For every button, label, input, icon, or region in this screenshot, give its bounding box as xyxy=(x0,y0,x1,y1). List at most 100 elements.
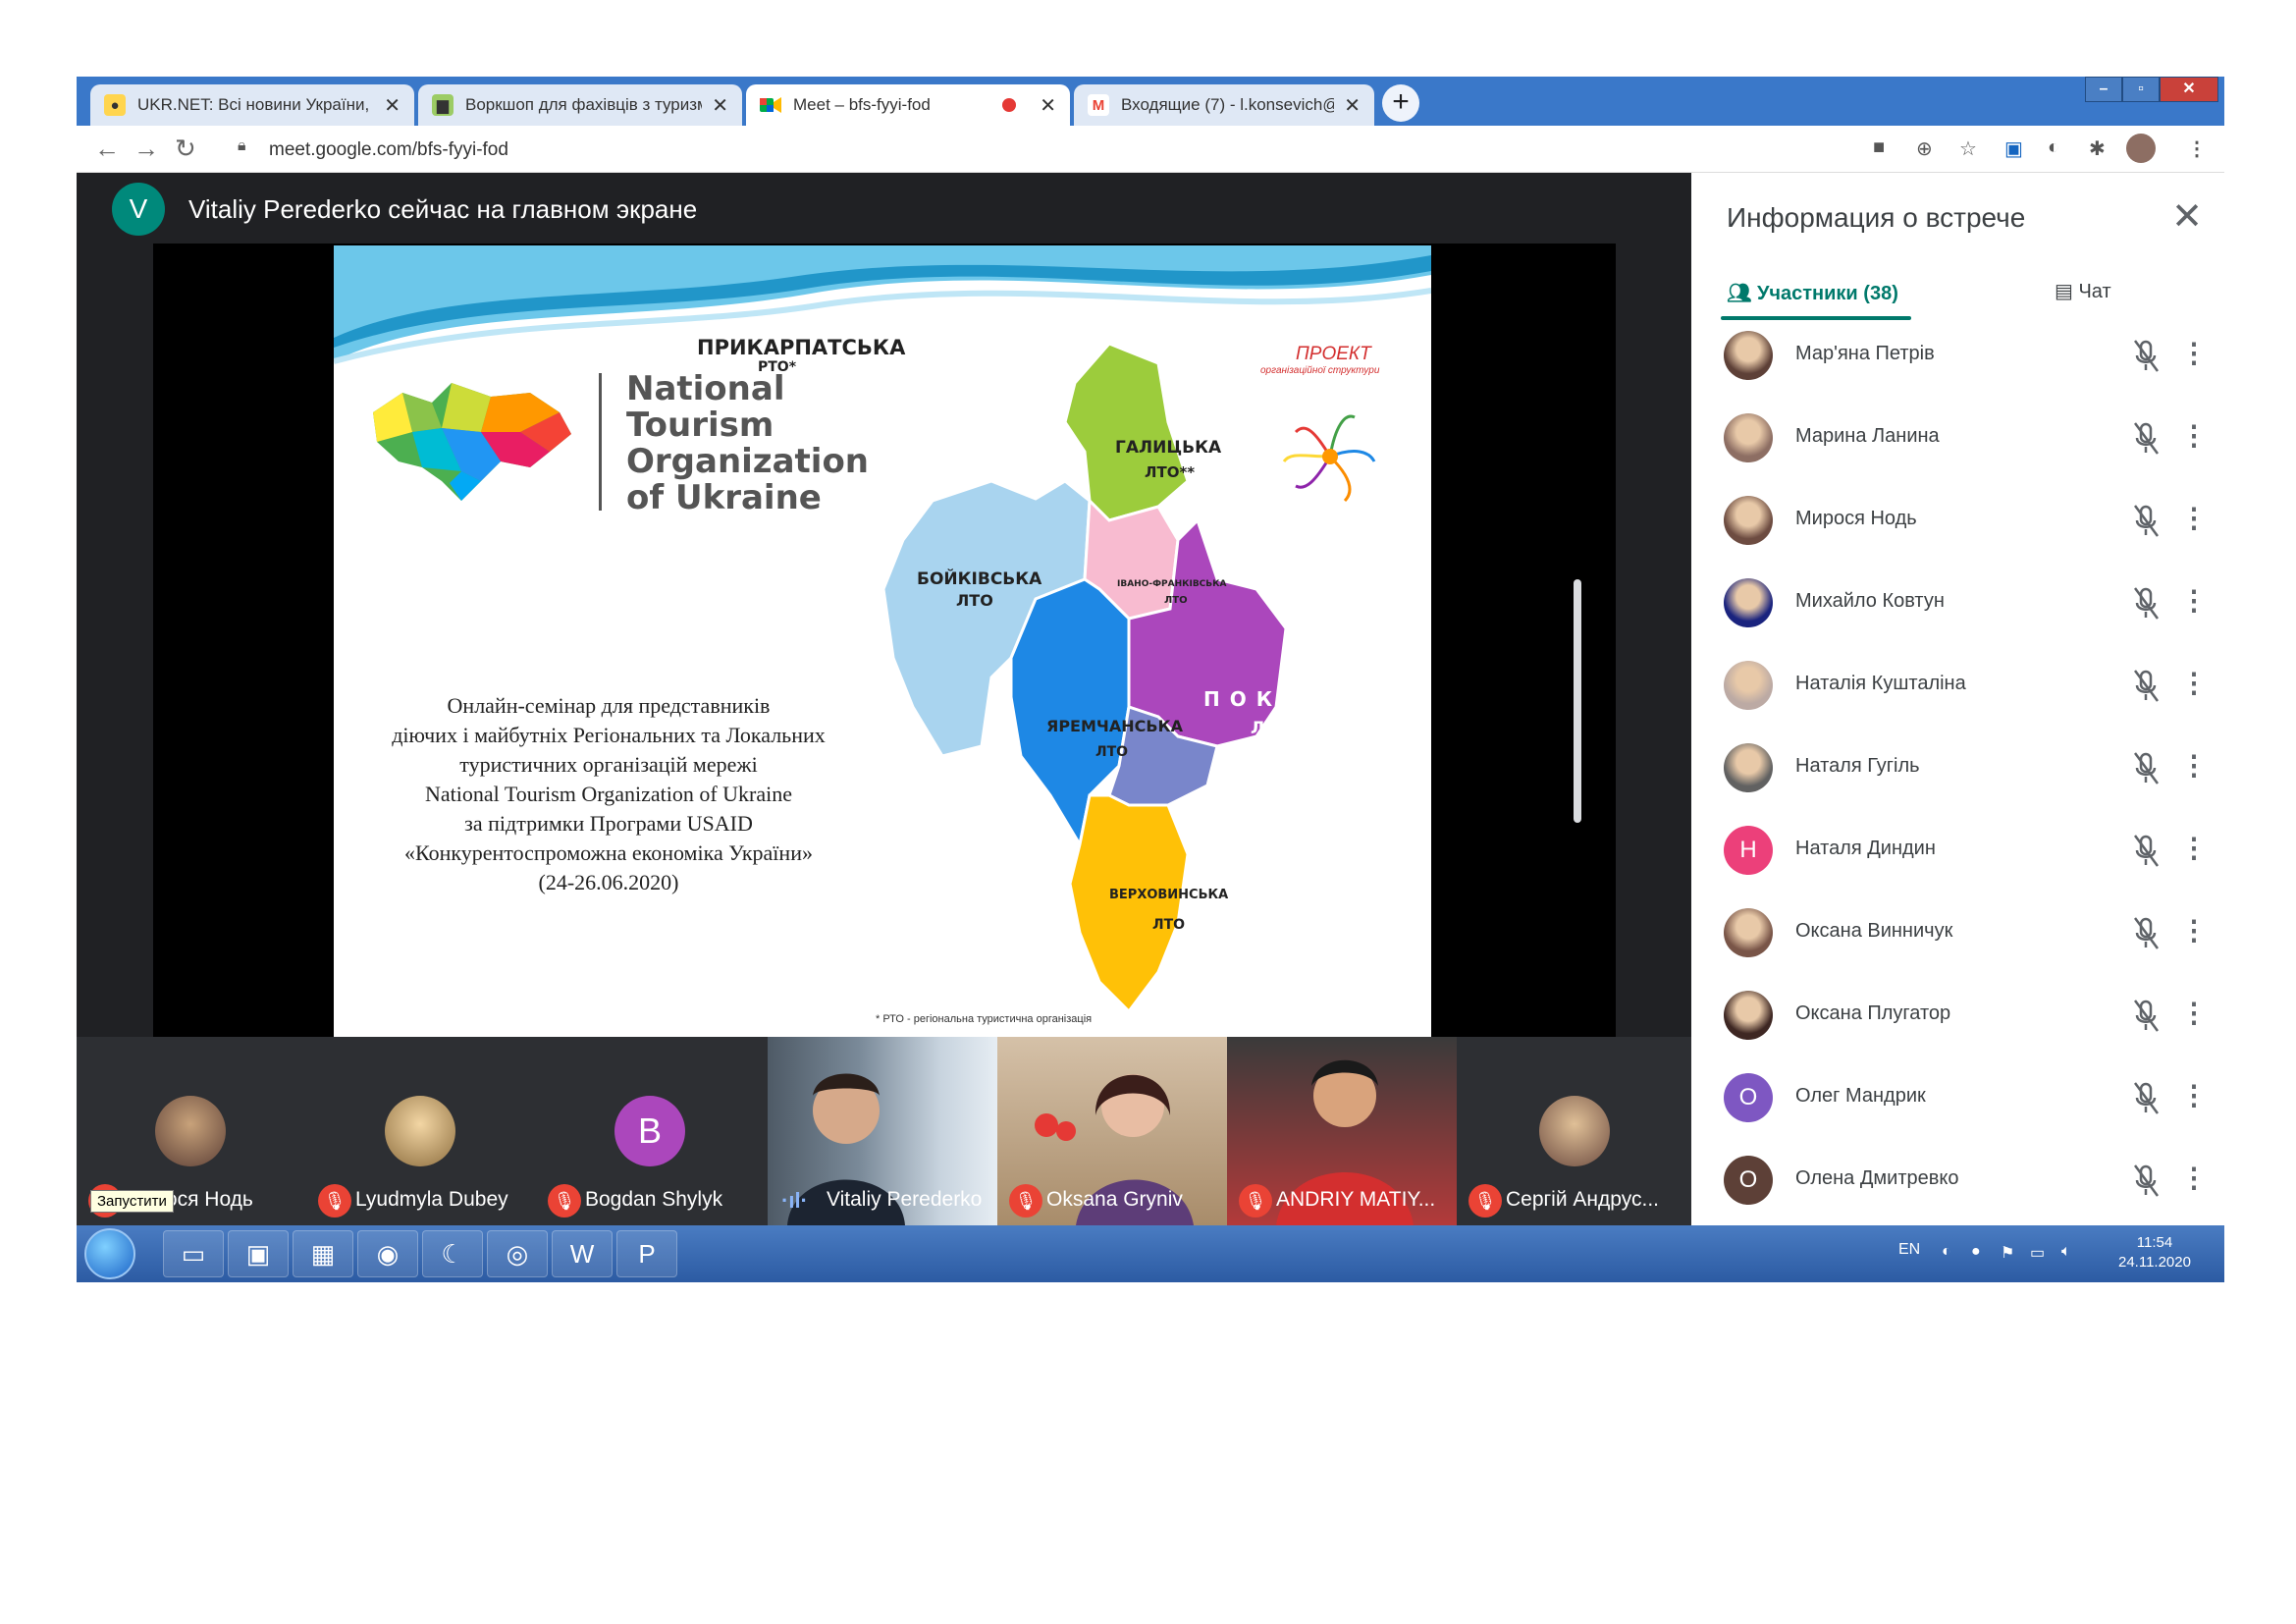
presenter-avatar: V xyxy=(112,183,165,236)
avatar xyxy=(155,1096,226,1166)
more-options-icon[interactable]: ⋮ xyxy=(2180,337,2208,369)
more-options-icon[interactable]: ⋮ xyxy=(2180,419,2208,452)
close-tab-icon[interactable]: ✕ xyxy=(384,93,400,118)
participant-row[interactable]: О Олег Мандрик ⋮ xyxy=(1691,1057,2224,1140)
more-options-icon[interactable]: ⋮ xyxy=(2180,997,2208,1029)
close-panel-icon[interactable]: ✕ xyxy=(2171,194,2203,239)
mic-off-icon: 🎙︎ xyxy=(548,1184,581,1218)
app-c-icon[interactable]: ☾ xyxy=(422,1230,483,1277)
extension-circle-icon[interactable]: ◐ xyxy=(2048,136,2059,159)
browser-menu-icon[interactable]: ⋮ xyxy=(2187,136,2207,161)
extension-icon[interactable]: ▣ xyxy=(2004,136,2023,161)
participant-name: Мирося Нодь xyxy=(1795,508,1917,529)
profile-avatar[interactable] xyxy=(2126,134,2156,163)
participant-row[interactable]: Михайло Ковтун ⋮ xyxy=(1691,563,2224,645)
more-options-icon[interactable]: ⋮ xyxy=(2180,667,2208,699)
minimize-window-button[interactable]: – xyxy=(2085,77,2122,102)
maximize-window-button[interactable]: ▫ xyxy=(2122,77,2160,102)
word-icon[interactable]: W xyxy=(552,1230,613,1277)
participant-name: Марина Ланина xyxy=(1795,425,1940,447)
participant-row[interactable]: Мирося Нодь ⋮ xyxy=(1691,480,2224,563)
tab-chat-label: Чат xyxy=(2078,281,2111,302)
more-options-icon[interactable]: ⋮ xyxy=(2180,1162,2208,1194)
tab-meet[interactable]: Meet – bfs-fyyi-fod ✕ xyxy=(746,84,1070,126)
gmail-favicon-icon: M xyxy=(1088,94,1109,116)
seminar-line: «Конкурентоспроможна економіка України» xyxy=(404,840,813,865)
participant-name: Vitaliy Perederko xyxy=(827,1188,983,1211)
more-options-icon[interactable]: ⋮ xyxy=(2180,914,2208,947)
zoom-icon[interactable]: ⊕ xyxy=(1916,136,1933,161)
participant-name: Bogdan Shylyk xyxy=(585,1188,723,1211)
participant-row[interactable]: Мар'яна Петрів ⋮ xyxy=(1691,315,2224,398)
panel-scrollbar[interactable] xyxy=(1574,579,1581,823)
region-label-kosivska: КОСІВСЬКА xyxy=(1180,807,1278,825)
participant-tile[interactable]: 🎙︎ Мирося Нодь Запустити xyxy=(77,1037,306,1225)
participant-row[interactable]: О Олена Дмитревко ⋮ xyxy=(1691,1140,2224,1222)
close-window-button[interactable]: ✕ xyxy=(2160,77,2218,102)
region-label-prykarpatska: ПРИКАРПАТСЬКА xyxy=(697,336,906,359)
keyboard-language[interactable]: EN xyxy=(1898,1241,1920,1259)
region-label-boikivska-lto: ЛТО xyxy=(956,591,993,610)
calculator-icon[interactable]: ▦ xyxy=(293,1230,353,1277)
bookmark-star-icon[interactable]: ☆ xyxy=(1959,136,1977,161)
tab-title: UKR.NET: Всі новини України, о xyxy=(137,95,375,114)
mic-off-icon xyxy=(2133,752,2160,785)
region-label-pokutska: ПОКУТСЬКА xyxy=(1203,687,1430,711)
more-options-icon[interactable]: ⋮ xyxy=(2180,832,2208,864)
edge-icon[interactable]: ◉ xyxy=(357,1230,418,1277)
participant-row[interactable]: Н Наталя Диндин ⋮ xyxy=(1691,810,2224,893)
close-tab-icon[interactable]: ✕ xyxy=(1344,93,1361,118)
reload-icon[interactable]: ↻ xyxy=(175,134,196,164)
url-field[interactable]: meet.google.com/bfs-fyyi-fod xyxy=(269,139,508,161)
participant-row[interactable]: Наталія Кушталіна ⋮ xyxy=(1691,645,2224,728)
participant-tile[interactable]: B 🎙︎ Bogdan Shylyk xyxy=(536,1037,766,1225)
more-options-icon[interactable]: ⋮ xyxy=(2180,1079,2208,1111)
participant-tile[interactable]: 🎙︎ Lyudmyla Dubey xyxy=(306,1037,536,1225)
tab-gmail[interactable]: M Входящие (7) - l.konsevich@gm ✕ xyxy=(1074,84,1374,126)
powerpoint-icon[interactable]: P xyxy=(616,1230,677,1277)
region-map xyxy=(881,342,1288,1014)
participant-row[interactable]: Оксана Плугатор ⋮ xyxy=(1691,975,2224,1057)
seminar-line: діючих і майбутніх Регіональних та Локал… xyxy=(392,723,826,747)
participant-name: Михайло Ковтун xyxy=(1795,590,1945,612)
start-button[interactable] xyxy=(84,1228,135,1279)
participant-video-tile[interactable]: 🎙︎ Oksana Gryniv xyxy=(997,1037,1227,1225)
more-options-icon[interactable]: ⋮ xyxy=(2180,749,2208,782)
clock[interactable]: 11:54 24.11.2020 xyxy=(2118,1233,2191,1272)
close-tab-icon[interactable]: ✕ xyxy=(1040,93,1056,118)
flag-icon[interactable]: ⚑ xyxy=(2001,1243,2014,1263)
participant-row[interactable]: Марина Ланина ⋮ xyxy=(1691,398,2224,480)
network-icon[interactable]: ▭ xyxy=(2030,1243,2045,1263)
participant-video-tile[interactable]: Vitaliy Perederko ·ıl· xyxy=(768,1037,997,1225)
avatar xyxy=(1724,743,1773,792)
windows-taskbar: ▭ ▣ ▦ ◉ ☾ ◎ W P EN ◐ ● ⚑ ▭ 🔈︎ 11:54 24.1… xyxy=(77,1225,2224,1282)
forward-arrow-icon[interactable]: → xyxy=(133,134,159,164)
more-options-icon[interactable]: ⋮ xyxy=(2180,584,2208,617)
tab-chat[interactable]: ▤ Чат xyxy=(2055,279,2111,303)
participant-name: Олег Мандрик xyxy=(1795,1085,1926,1107)
puzzle-icon[interactable]: ✱ xyxy=(2089,136,2106,161)
participant-row[interactable]: Оксана Винничук ⋮ xyxy=(1691,893,2224,975)
save-disk-icon[interactable]: ▣ xyxy=(228,1230,289,1277)
participant-row[interactable]: Наталя Гугіль ⋮ xyxy=(1691,728,2224,810)
participant-tile[interactable]: 🎙︎ Сергій Андрус... xyxy=(1457,1037,1691,1225)
mic-off-icon xyxy=(2133,917,2160,949)
meet-favicon-icon xyxy=(760,94,781,116)
tray-app-icon[interactable]: ◐ xyxy=(1942,1243,1951,1261)
new-tab-button[interactable]: + xyxy=(1382,84,1419,122)
close-tab-icon[interactable]: ✕ xyxy=(712,93,728,118)
tab-ukrnet[interactable]: ● UKR.NET: Всі новини України, о ✕ xyxy=(90,84,414,126)
chrome-icon[interactable]: ◎ xyxy=(487,1230,548,1277)
explorer-icon[interactable]: ▭ xyxy=(163,1230,224,1277)
volume-icon[interactable]: 🔈︎ xyxy=(2061,1243,2071,1261)
tab-participants[interactable]: 👥︎ Участники (38) xyxy=(1727,281,1898,305)
tray-app-icon[interactable]: ● xyxy=(1971,1243,1981,1261)
tab-workshop[interactable]: ▆ Воркшоп для фахівців з туризму ✕ xyxy=(418,84,742,126)
more-options-icon[interactable]: ⋮ xyxy=(2180,502,2208,534)
lock-icon[interactable]: 🔒︎ xyxy=(238,137,246,155)
participant-video-tile[interactable]: 🎙︎ ANDRIY MATIY... xyxy=(1227,1037,1457,1225)
avatar xyxy=(1724,578,1773,627)
back-arrow-icon[interactable]: ← xyxy=(94,134,120,164)
seminar-line: Онлайн-семінар для представників xyxy=(447,693,771,718)
camera-icon[interactable]: ■ xyxy=(1873,136,1885,159)
